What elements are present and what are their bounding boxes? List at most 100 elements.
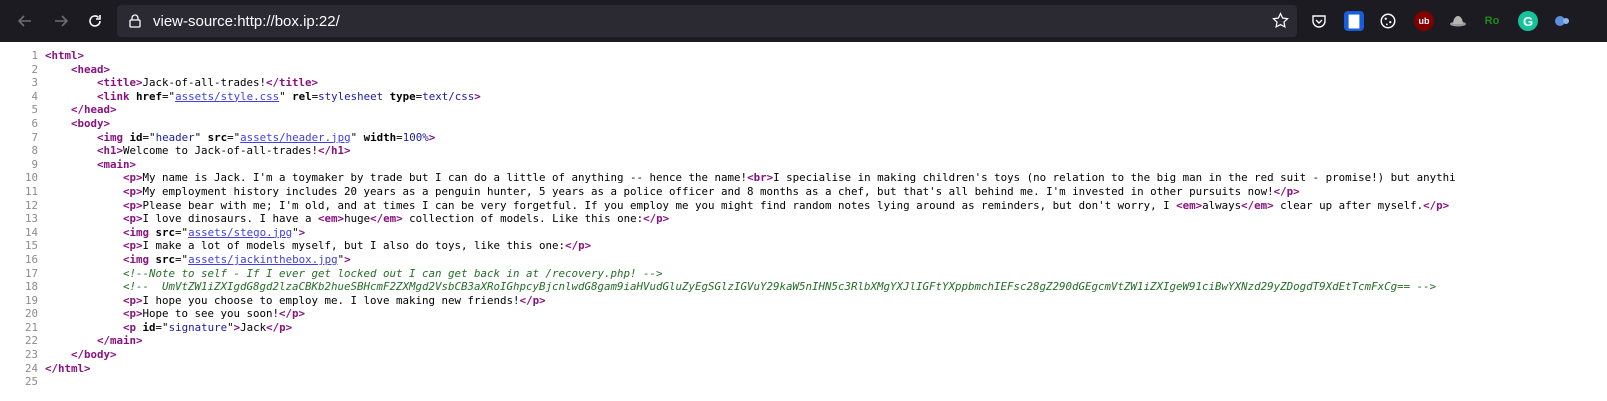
html-tag: <body>	[71, 116, 111, 130]
line-number: 2	[31, 62, 38, 76]
view-source-content: 1 <html> 2 <head> 3 <title>Jack-of-all-trad…	[0, 42, 1607, 401]
url-bar[interactable]: view-source:http://box.ip:22/	[117, 5, 1297, 37]
html-tag: </head>	[71, 103, 117, 117]
html-tag: <main>	[97, 157, 137, 171]
attribute-name: id	[142, 320, 156, 334]
html-tag: </p>	[565, 239, 592, 253]
cookie-icon[interactable]	[1378, 11, 1398, 31]
html-tag: </p>	[643, 212, 670, 226]
source-line: 23 </body>	[0, 348, 1607, 362]
wappalyzer-icon[interactable]	[1552, 11, 1572, 31]
attribute-value: stylesheet	[318, 89, 384, 103]
bitwarden-icon[interactable]: ▇	[1344, 11, 1364, 31]
html-tag: <p	[123, 320, 143, 334]
text-content: My employment history includes 20 years …	[142, 184, 1274, 198]
text-content: ="	[142, 130, 156, 144]
attribute-name: href	[136, 89, 163, 103]
text-content: huge	[344, 212, 371, 226]
ublock-icon[interactable]: ub	[1414, 11, 1434, 31]
text-content: always	[1202, 198, 1242, 212]
html-tag: </p>	[519, 293, 546, 307]
back-arrow-icon[interactable]	[12, 8, 38, 34]
source-link[interactable]: assets/header.jpg	[240, 131, 351, 144]
text-content: I hope you choose to employ me. I love m…	[142, 293, 520, 307]
line-number: 9	[31, 157, 38, 171]
source-line: 18 <!-- UmVtZW1iZXIgdG8gd2lzaCBKb2hueSBH…	[0, 280, 1607, 294]
source-line: 11 <p>My employment history includes 20 …	[0, 185, 1607, 199]
url-text[interactable]: view-source:http://box.ip:22/	[153, 13, 340, 30]
line-number: 23	[24, 348, 38, 362]
forward-arrow-icon[interactable]	[48, 8, 74, 34]
source-line: 7 <img id="header" src="assets/header.jp…	[0, 131, 1607, 145]
source-line: 10 <p>My name is Jack. I'm a toymaker by…	[0, 171, 1607, 185]
line-number: 6	[31, 116, 38, 130]
bookmark-star-icon[interactable]	[1272, 12, 1289, 34]
proxy-icon[interactable]: Ro	[1482, 11, 1502, 31]
attribute-name: rel	[292, 89, 312, 103]
source-line: 15 <p>I make a lot of models myself, but…	[0, 239, 1607, 253]
html-tag: <p>	[123, 293, 143, 307]
source-line: 4 <link href="assets/style.css" rel=styl…	[0, 90, 1607, 104]
html-tag: <html>	[45, 49, 85, 62]
source-link[interactable]: assets/stego.jpg	[188, 226, 292, 239]
html-tag: <link	[97, 89, 137, 103]
text-content: ="	[175, 252, 189, 266]
line-number: 4	[31, 89, 38, 103]
line-number: 3	[31, 76, 38, 90]
html-tag: >	[344, 252, 351, 266]
line-number: 1	[31, 49, 38, 62]
text-content: clear up after myself.	[1273, 198, 1424, 212]
attribute-name: src	[207, 130, 228, 144]
html-tag: >	[428, 130, 436, 144]
attribute-name: id	[129, 130, 143, 144]
text-content: Hope to see you soon!	[142, 307, 280, 321]
hat-icon[interactable]	[1448, 11, 1468, 31]
attribute-value: signature	[168, 320, 228, 334]
source-link[interactable]: assets/jackinthebox.jpg	[188, 253, 338, 266]
html-tag: </h1>	[318, 144, 351, 158]
html-tag: </p>	[1273, 184, 1300, 198]
line-number: 11	[24, 184, 38, 198]
html-tag: <img	[123, 225, 156, 239]
page-info-icon[interactable]	[127, 13, 143, 29]
text-content: ="	[162, 89, 176, 103]
html-tag: <em>	[1176, 198, 1203, 212]
source-link[interactable]: assets/style.css	[175, 90, 279, 103]
text-content: Jack	[240, 320, 267, 334]
source-line: 14 <img src="assets/stego.jpg">	[0, 226, 1607, 240]
grammarly-icon[interactable]: G	[1518, 11, 1538, 31]
html-tag: <em>	[318, 212, 345, 226]
line-number: 5	[31, 103, 38, 117]
line-number: 10	[24, 171, 38, 185]
attribute-name: type	[389, 89, 416, 103]
source-code: 1 <html> 2 <head> 3 <title>Jack-of-all-trad…	[0, 42, 1607, 389]
text-content: I specialise in making children's toys (…	[773, 171, 1456, 185]
html-tag: <img	[123, 252, 156, 266]
reload-icon[interactable]	[82, 8, 108, 34]
line-number: 8	[31, 144, 38, 158]
line-number: 25	[24, 375, 38, 389]
line-number: 22	[24, 334, 38, 348]
text-content: I make a lot of models myself, but I als…	[142, 239, 566, 253]
source-line: 21 <p id="signature">Jack</p>	[0, 321, 1607, 335]
html-tag: <br>	[747, 171, 774, 185]
source-line: 25	[0, 375, 1607, 389]
html-tag: </em>	[370, 212, 403, 226]
pocket-icon[interactable]	[1309, 11, 1329, 31]
html-comment: <!-- UmVtZW1iZXIgdG8gd2lzaCBKb2hueSBHcmF…	[123, 280, 1437, 294]
text-content: "	[350, 130, 364, 144]
